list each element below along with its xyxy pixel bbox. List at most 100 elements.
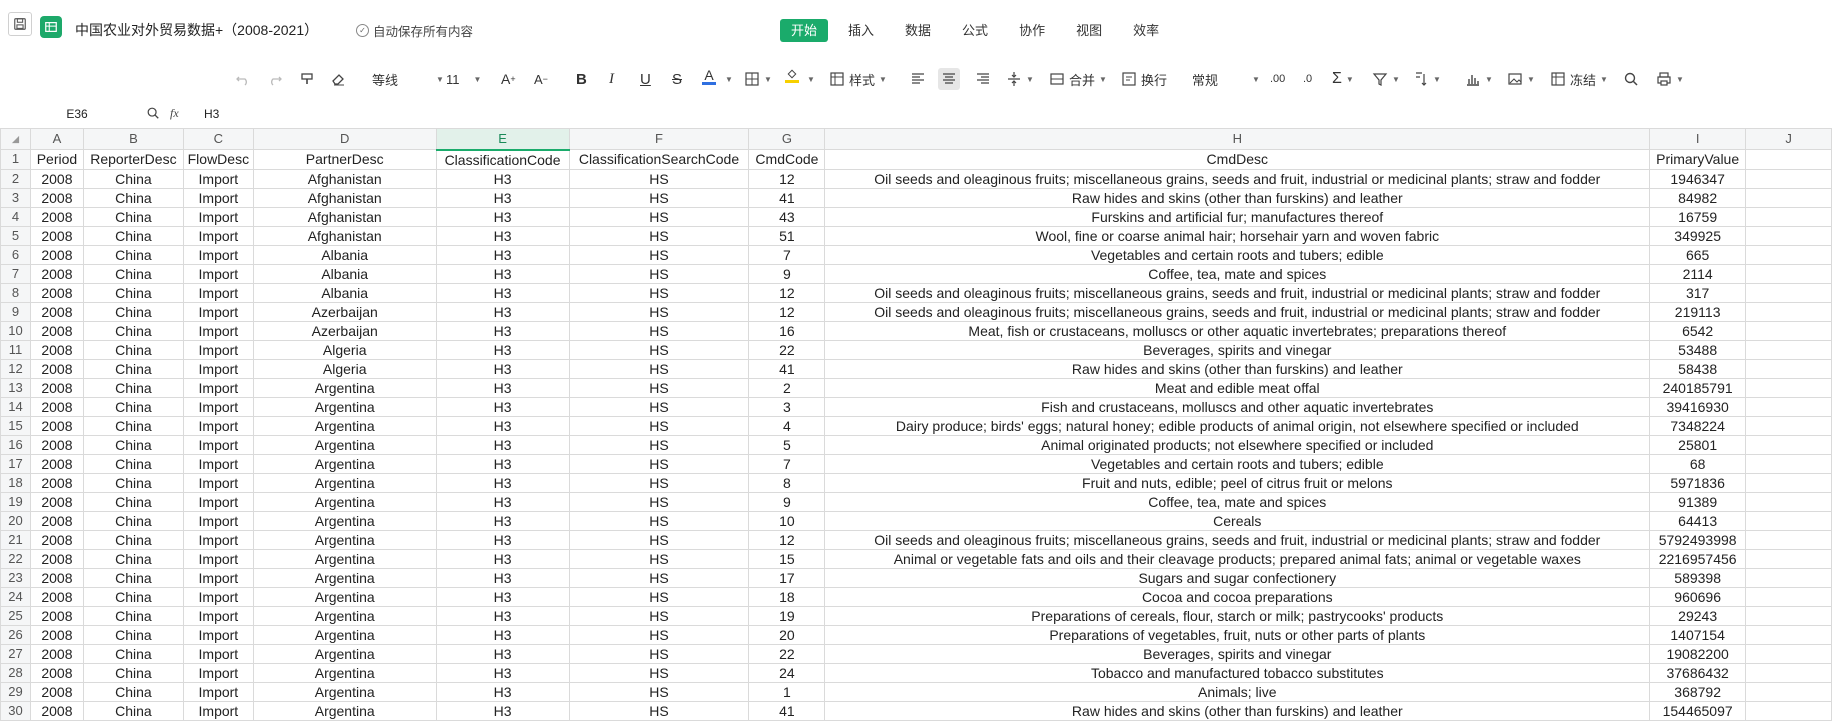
table-cell[interactable]: Import bbox=[182, 358, 254, 379]
table-cell[interactable]: Import bbox=[182, 339, 254, 360]
strikethrough-icon[interactable]: S bbox=[672, 68, 682, 90]
table-cell[interactable] bbox=[1745, 643, 1832, 664]
table-cell[interactable]: Beverages, spirits and vinegar bbox=[824, 339, 1651, 360]
row-number[interactable]: 1 bbox=[0, 149, 31, 170]
table-cell[interactable]: Tobacco and manufactured tobacco substit… bbox=[824, 662, 1651, 683]
table-cell[interactable]: 154465097 bbox=[1649, 700, 1747, 721]
table-cell[interactable]: Oil seeds and oleaginous fruits; miscell… bbox=[824, 529, 1651, 550]
table-cell[interactable]: 84982 bbox=[1649, 187, 1747, 208]
table-cell[interactable]: HS bbox=[568, 320, 750, 341]
table-cell[interactable]: 2008 bbox=[29, 206, 84, 227]
table-cell[interactable]: 2008 bbox=[29, 472, 84, 493]
column-header-h[interactable]: H bbox=[824, 128, 1651, 150]
table-cell[interactable]: Raw hides and skins (other than furskins… bbox=[824, 358, 1651, 379]
table-cell[interactable]: Preparations of cereals, flour, starch o… bbox=[824, 605, 1651, 626]
header-cell[interactable]: ClassificationCode bbox=[435, 149, 570, 170]
table-cell[interactable]: 2008 bbox=[29, 434, 84, 455]
table-cell[interactable]: 12 bbox=[748, 168, 826, 189]
table-cell[interactable] bbox=[1745, 377, 1832, 398]
table-cell[interactable] bbox=[1745, 339, 1832, 360]
table-cell[interactable]: Argentina bbox=[252, 681, 437, 702]
increase-decimal-icon[interactable]: .00 bbox=[1270, 68, 1285, 90]
table-cell[interactable]: Import bbox=[182, 282, 254, 303]
table-cell[interactable]: China bbox=[82, 700, 184, 721]
cell-reference-box[interactable]: E36 bbox=[14, 104, 140, 124]
table-cell[interactable]: China bbox=[82, 681, 184, 702]
table-cell[interactable]: Import bbox=[182, 225, 254, 246]
row-number[interactable]: 4 bbox=[0, 206, 31, 227]
table-cell[interactable]: China bbox=[82, 624, 184, 645]
header-cell[interactable]: FlowDesc bbox=[182, 149, 254, 170]
table-cell[interactable]: 41 bbox=[748, 358, 826, 379]
table-cell[interactable]: China bbox=[82, 358, 184, 379]
table-cell[interactable]: HS bbox=[568, 377, 750, 398]
style-button[interactable]: 样式 ▼ bbox=[829, 68, 887, 90]
table-cell[interactable]: HS bbox=[568, 282, 750, 303]
table-cell[interactable]: China bbox=[82, 605, 184, 626]
table-cell[interactable]: 2008 bbox=[29, 453, 84, 474]
table-cell[interactable]: H3 bbox=[435, 624, 570, 645]
header-cell[interactable]: ReporterDesc bbox=[82, 149, 184, 170]
table-cell[interactable]: 16 bbox=[748, 320, 826, 341]
table-cell[interactable]: 2008 bbox=[29, 225, 84, 246]
table-cell[interactable]: Import bbox=[182, 700, 254, 721]
row-number[interactable]: 30 bbox=[0, 700, 31, 721]
table-cell[interactable]: Import bbox=[182, 643, 254, 664]
table-cell[interactable]: Animals; live bbox=[824, 681, 1651, 702]
table-cell[interactable]: Argentina bbox=[252, 662, 437, 683]
column-header-g[interactable]: G bbox=[748, 128, 826, 150]
underline-icon[interactable]: U bbox=[640, 68, 651, 90]
table-cell[interactable]: 8 bbox=[748, 472, 826, 493]
table-cell[interactable]: Azerbaijan bbox=[252, 320, 437, 341]
table-cell[interactable]: 12 bbox=[748, 282, 826, 303]
table-cell[interactable]: Import bbox=[182, 567, 254, 588]
table-cell[interactable] bbox=[1745, 434, 1832, 455]
row-number[interactable]: 16 bbox=[0, 434, 31, 455]
table-cell[interactable]: Argentina bbox=[252, 529, 437, 550]
freeze-button[interactable]: 冻结 ▼ bbox=[1550, 68, 1608, 90]
table-cell[interactable]: 41 bbox=[748, 187, 826, 208]
table-cell[interactable] bbox=[1745, 586, 1832, 607]
table-cell[interactable]: 68 bbox=[1649, 453, 1747, 474]
table-cell[interactable]: 7 bbox=[748, 244, 826, 265]
table-cell[interactable]: Import bbox=[182, 263, 254, 284]
table-cell[interactable]: Raw hides and skins (other than furskins… bbox=[824, 700, 1651, 721]
table-cell[interactable]: Vegetables and certain roots and tubers;… bbox=[824, 453, 1651, 474]
table-cell[interactable]: Cocoa and cocoa preparations bbox=[824, 586, 1651, 607]
table-cell[interactable]: Afghanistan bbox=[252, 206, 437, 227]
header-cell[interactable]: Period bbox=[29, 149, 84, 170]
row-number[interactable]: 13 bbox=[0, 377, 31, 398]
eraser-icon[interactable] bbox=[330, 68, 346, 90]
table-cell[interactable]: Import bbox=[182, 453, 254, 474]
table-cell[interactable]: 2008 bbox=[29, 320, 84, 341]
table-cell[interactable]: HS bbox=[568, 396, 750, 417]
table-cell[interactable]: Algeria bbox=[252, 358, 437, 379]
table-cell[interactable]: Argentina bbox=[252, 605, 437, 626]
table-cell[interactable]: Afghanistan bbox=[252, 168, 437, 189]
table-cell[interactable] bbox=[1745, 263, 1832, 284]
table-cell[interactable]: H3 bbox=[435, 320, 570, 341]
table-cell[interactable] bbox=[1745, 510, 1832, 531]
table-cell[interactable]: HS bbox=[568, 510, 750, 531]
table-cell[interactable]: Meat, fish or crustaceans, molluscs or o… bbox=[824, 320, 1651, 341]
menu-formula[interactable]: 公式 bbox=[951, 19, 999, 42]
table-cell[interactable]: China bbox=[82, 472, 184, 493]
table-cell[interactable]: China bbox=[82, 339, 184, 360]
chevron-down-icon[interactable]: ▼ bbox=[803, 68, 815, 90]
table-cell[interactable]: China bbox=[82, 320, 184, 341]
table-cell[interactable]: 1 bbox=[748, 681, 826, 702]
table-cell[interactable] bbox=[1745, 453, 1832, 474]
table-cell[interactable]: Import bbox=[182, 472, 254, 493]
row-number[interactable]: 23 bbox=[0, 567, 31, 588]
table-cell[interactable]: Argentina bbox=[252, 472, 437, 493]
table-cell[interactable]: Import bbox=[182, 206, 254, 227]
table-cell[interactable]: 2114 bbox=[1649, 263, 1747, 284]
table-cell[interactable]: 5 bbox=[748, 434, 826, 455]
table-cell[interactable]: Dairy produce; birds' eggs; natural hone… bbox=[824, 415, 1651, 436]
table-cell[interactable]: H3 bbox=[435, 586, 570, 607]
table-cell[interactable]: H3 bbox=[435, 339, 570, 360]
bold-icon[interactable]: B bbox=[576, 68, 587, 90]
table-cell[interactable]: 2008 bbox=[29, 681, 84, 702]
row-number[interactable]: 27 bbox=[0, 643, 31, 664]
table-cell[interactable]: 2008 bbox=[29, 643, 84, 664]
